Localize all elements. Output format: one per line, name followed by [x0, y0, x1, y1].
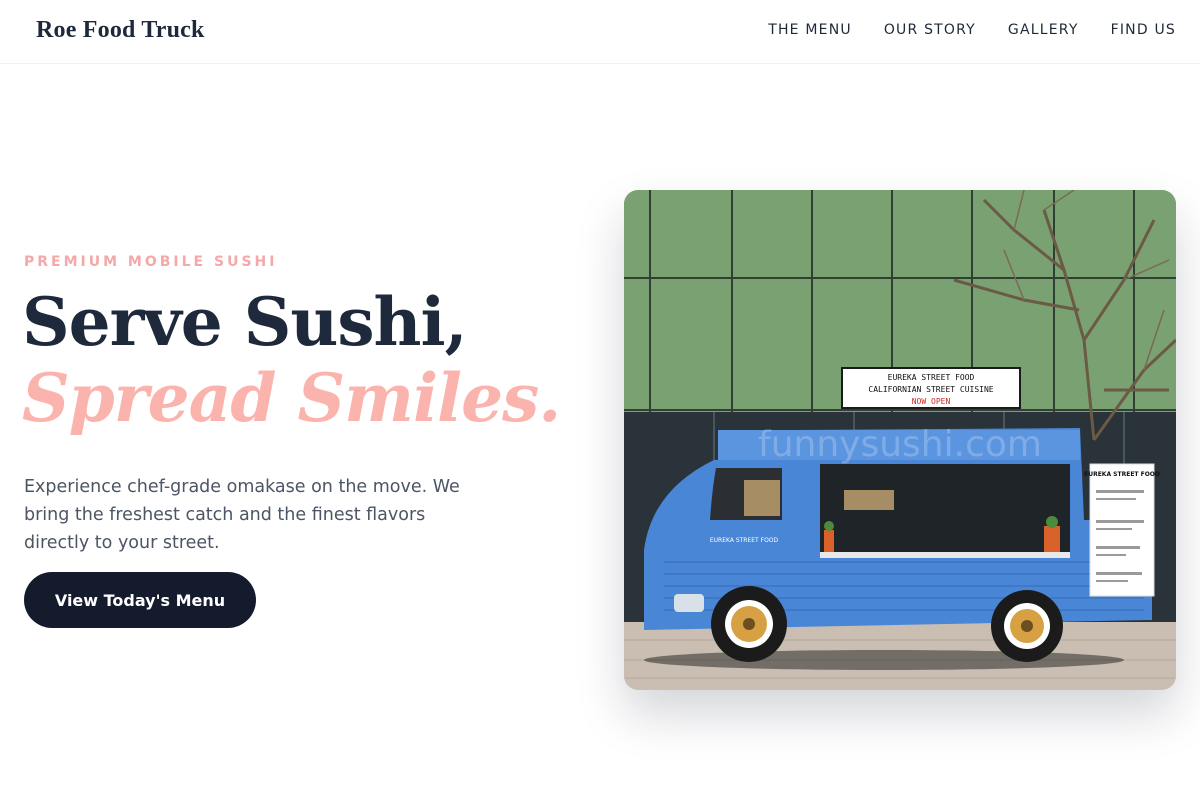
hero-title-line1: Serve Sushi, [22, 283, 468, 361]
truck-lettering: EUREKA STREET FOOD [710, 537, 779, 544]
nav-link-find-us[interactable]: FIND US [1111, 22, 1176, 38]
main-nav: THE MENU OUR STORY GALLERY FIND US [768, 22, 1176, 38]
sign-text-3: NOW OPEN [912, 397, 951, 406]
brand-logo[interactable]: Roe Food Truck [36, 17, 205, 44]
hero-title-line2: Spread Smiles. [22, 359, 561, 437]
sign-text-1: EUREKA STREET FOOD [888, 373, 975, 382]
view-menu-button[interactable]: View Today's Menu [24, 572, 256, 628]
nav-link-menu[interactable]: THE MENU [768, 22, 852, 38]
hero-eyebrow: PREMIUM MOBILE SUSHI [24, 254, 278, 270]
watermark-text: funnysushi.com [758, 424, 1042, 465]
sign-text-2: CALIFORNIAN STREET CUISINE [868, 385, 993, 394]
menu-board-title: EUREKA STREET FOOD [1084, 471, 1160, 478]
site-header: Roe Food Truck THE MENU OUR STORY GALLER… [0, 0, 1200, 64]
truck-wheel-front [711, 586, 787, 662]
hero-description: Experience chef-grade omakase on the mov… [24, 476, 460, 553]
nav-link-story[interactable]: OUR STORY [884, 22, 976, 38]
truck-wheel-rear [991, 590, 1063, 662]
food-truck-photo: EUREKA STREET FOOD CALIFORNIAN STREET CU… [624, 190, 1176, 690]
nav-link-gallery[interactable]: GALLERY [1008, 22, 1079, 38]
hero-image: EUREKA STREET FOOD CALIFORNIAN STREET CU… [624, 190, 1176, 690]
